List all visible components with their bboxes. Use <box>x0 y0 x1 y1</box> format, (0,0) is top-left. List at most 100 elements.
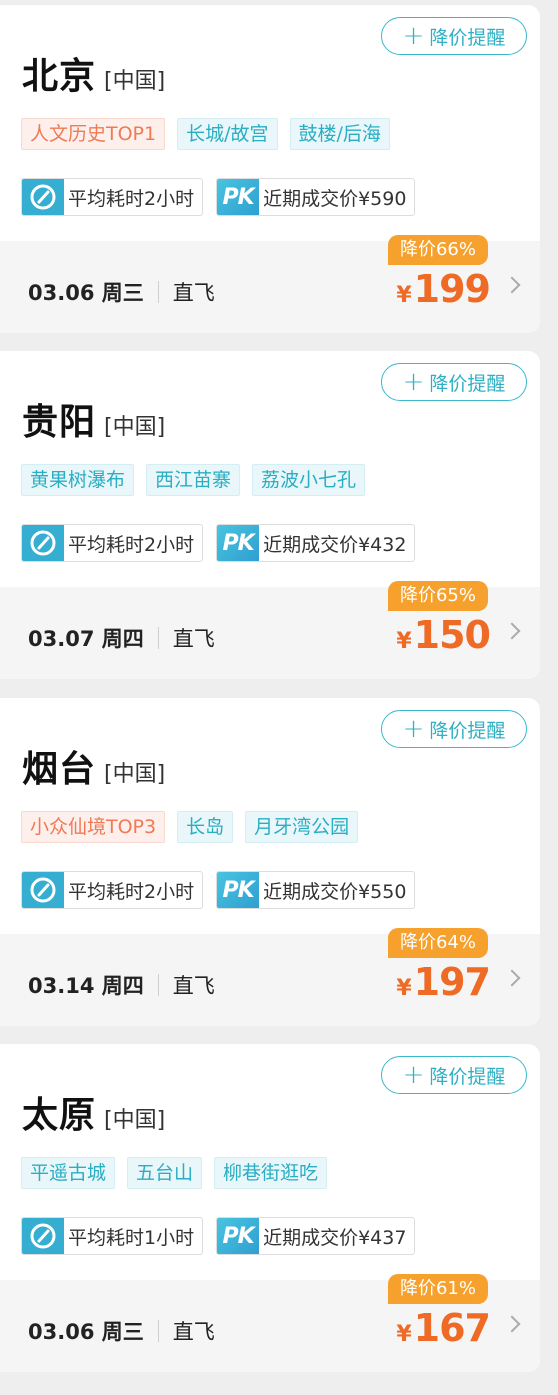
tag-list: 人文历史TOP1 长城/故宫 鼓楼/后海 <box>21 118 402 150</box>
duration-box: 平均耗时2小时 <box>21 871 204 909</box>
tag: 月牙湾公园 <box>245 811 359 843</box>
divider <box>157 281 159 303</box>
currency-symbol: ¥ <box>396 1322 412 1347</box>
flight-type: 直飞 <box>172 281 215 305</box>
currency-symbol: ¥ <box>396 629 412 654</box>
duration-text: 平均耗时1小时 <box>68 1226 195 1249</box>
recent-price-text: 近期成交价¥590 <box>263 187 407 210</box>
recent-price-text: 近期成交价¥550 <box>263 880 407 903</box>
price-amount: 167 <box>413 1306 491 1350</box>
price-alert-button[interactable]: + 降价提醒 <box>381 1056 527 1094</box>
destination-card[interactable]: + 降价提醒 太原 [中国] 平遥古城 五台山 柳巷街逛吃 平均耗时1小时 PK 近… <box>0 1044 540 1372</box>
pk-icon: PK <box>217 1218 260 1254</box>
price-alert-button[interactable]: + 降价提醒 <box>381 710 527 748</box>
plus-icon: + <box>402 714 425 744</box>
recent-price-text: 近期成交价¥437 <box>263 1226 407 1249</box>
plus-icon: + <box>402 21 425 51</box>
duration-box: 平均耗时2小时 <box>21 524 204 562</box>
chevron-right-icon[interactable] <box>503 1315 521 1333</box>
duration-text: 平均耗时2小时 <box>68 880 195 903</box>
discount-badge: 降价64% <box>387 928 488 958</box>
chevron-right-icon[interactable] <box>503 622 521 640</box>
flight-row[interactable]: 03.06 周三 直飞 降价61% ¥ 167 <box>0 1274 540 1372</box>
price-amount: 150 <box>413 613 491 657</box>
date-row: 03.07 周四 直飞 <box>28 623 215 653</box>
currency-symbol: ¥ <box>396 283 412 308</box>
duration-box: 平均耗时1小时 <box>21 1217 204 1255</box>
timer-icon <box>22 179 64 215</box>
chevron-right-icon[interactable] <box>503 969 521 987</box>
price: ¥ 150 <box>396 613 491 657</box>
info-row: 平均耗时2小时 PK 近期成交价¥550 <box>21 871 428 909</box>
tag-list: 黄果树瀑布 西江苗寨 荔波小七孔 <box>21 464 377 496</box>
flight-row[interactable]: 03.06 周三 直飞 降价66% ¥ 199 <box>0 235 540 333</box>
flight-date: 03.06 周三 <box>28 281 144 305</box>
price: ¥ 199 <box>396 267 491 311</box>
duration-text: 平均耗时2小时 <box>68 533 195 556</box>
date-row: 03.06 周三 直飞 <box>28 277 215 307</box>
duration-box: 平均耗时2小时 <box>21 178 204 216</box>
price-alert-label: 降价提醒 <box>429 719 506 742</box>
discount-badge: 降价65% <box>387 581 488 611</box>
recent-price-text: 近期成交价¥432 <box>263 533 407 556</box>
price-alert-button[interactable]: + 降价提醒 <box>381 363 527 401</box>
timer-icon <box>22 525 64 561</box>
recent-price-box: PK 近期成交价¥590 <box>216 178 416 216</box>
timer-icon <box>22 1218 64 1254</box>
tag: 人文历史TOP1 <box>21 118 166 150</box>
flight-row[interactable]: 03.07 周四 直飞 降价65% ¥ 150 <box>0 581 540 679</box>
plus-icon: + <box>402 1060 425 1090</box>
city-name: 贵阳 <box>22 402 97 443</box>
price-alert-button[interactable]: + 降价提醒 <box>381 17 527 55</box>
plus-icon: + <box>402 367 425 397</box>
tag: 小众仙境TOP3 <box>21 811 166 843</box>
tag: 柳巷街逛吃 <box>214 1157 328 1189</box>
city-name: 太原 <box>22 1095 97 1136</box>
discount-badge: 降价61% <box>387 1274 488 1304</box>
price-alert-label: 降价提醒 <box>429 372 506 395</box>
price-amount: 197 <box>413 960 491 1004</box>
tag-list: 平遥古城 五台山 柳巷街逛吃 <box>21 1157 339 1189</box>
destination-card[interactable]: + 降价提醒 烟台 [中国] 小众仙境TOP3 长岛 月牙湾公园 平均耗时2小时 P… <box>0 698 540 1026</box>
city-name: 北京 <box>22 56 97 97</box>
title-row: 烟台 [中国] <box>22 740 165 792</box>
pk-icon: PK <box>217 525 260 561</box>
price: ¥ 167 <box>396 1306 491 1350</box>
flight-date: 03.06 周三 <box>28 1320 144 1344</box>
chevron-right-icon[interactable] <box>503 276 521 294</box>
flight-type: 直飞 <box>172 974 215 998</box>
date-row: 03.06 周三 直飞 <box>28 1316 215 1346</box>
discount-badge: 降价66% <box>387 235 488 265</box>
divider <box>157 627 159 649</box>
destination-card[interactable]: + 降价提醒 贵阳 [中国] 黄果树瀑布 西江苗寨 荔波小七孔 平均耗时2小时 PK… <box>0 351 540 679</box>
flight-date: 03.07 周四 <box>28 627 144 651</box>
price-alert-label: 降价提醒 <box>429 1065 506 1088</box>
tag: 平遥古城 <box>21 1157 116 1189</box>
tag: 黄果树瀑布 <box>21 464 135 496</box>
flight-date: 03.14 周四 <box>28 974 144 998</box>
info-row: 平均耗时1小时 PK 近期成交价¥437 <box>21 1217 428 1255</box>
timer-icon <box>22 872 64 908</box>
destination-card[interactable]: + 降价提醒 北京 [中国] 人文历史TOP1 长城/故宫 鼓楼/后海 平均耗时2小… <box>0 5 540 333</box>
title-row: 贵阳 [中国] <box>22 393 165 445</box>
currency-symbol: ¥ <box>396 976 412 1001</box>
tag: 鼓楼/后海 <box>289 118 390 150</box>
tag: 五台山 <box>127 1157 203 1189</box>
divider <box>157 974 159 996</box>
flight-type: 直飞 <box>172 627 215 651</box>
price-amount: 199 <box>413 267 491 311</box>
tag: 长城/故宫 <box>177 118 278 150</box>
country-name: [中国] <box>104 69 166 94</box>
flight-row[interactable]: 03.14 周四 直飞 降价64% ¥ 197 <box>0 928 540 1026</box>
country-name: [中国] <box>104 415 166 440</box>
price: ¥ 197 <box>396 960 491 1004</box>
tag: 西江苗寨 <box>146 464 241 496</box>
country-name: [中国] <box>104 762 166 787</box>
tag: 长岛 <box>177 811 234 843</box>
city-name: 烟台 <box>22 749 97 790</box>
date-row: 03.14 周四 直飞 <box>28 970 215 1000</box>
pk-icon: PK <box>217 179 260 215</box>
recent-price-box: PK 近期成交价¥550 <box>216 871 416 909</box>
title-row: 太原 [中国] <box>22 1086 165 1138</box>
info-row: 平均耗时2小时 PK 近期成交价¥432 <box>21 524 428 562</box>
